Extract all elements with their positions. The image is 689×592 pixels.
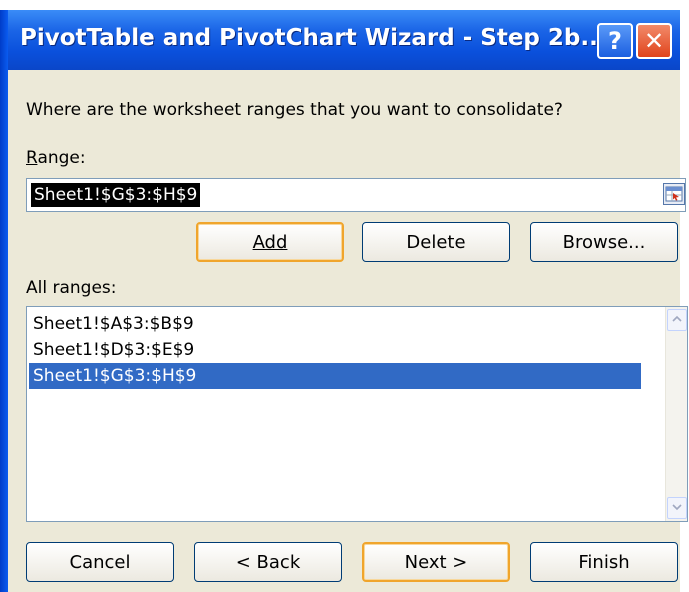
- range-label: Range:: [26, 148, 86, 168]
- list-item[interactable]: Sheet1!$A$3:$B$9: [29, 311, 641, 337]
- finish-button[interactable]: Finish: [530, 542, 678, 582]
- dialog-body: Where are the worksheet ranges that you …: [8, 70, 688, 592]
- cancel-button-text: Cancel: [69, 552, 131, 573]
- back-button-text: < Back: [235, 552, 301, 573]
- scroll-down-arrow-icon[interactable]: [667, 497, 687, 519]
- consolidate-prompt: Where are the worksheet ranges that you …: [26, 100, 563, 120]
- finish-button-text: Finish: [578, 552, 630, 573]
- scroll-up-arrow-icon[interactable]: [667, 309, 687, 331]
- all-ranges-label: All ranges:: [26, 278, 117, 298]
- title-bar[interactable]: PivotTable and PivotChart Wizard - Step …: [0, 10, 680, 70]
- cancel-button[interactable]: Cancel: [26, 542, 174, 582]
- browse-button[interactable]: Browse...: [530, 222, 678, 262]
- add-button[interactable]: Add: [196, 222, 344, 262]
- delete-button-text: Delete: [406, 232, 466, 253]
- window-title: PivotTable and PivotChart Wizard - Step …: [20, 25, 607, 51]
- next-button[interactable]: Next >: [362, 542, 510, 582]
- help-icon[interactable]: ?: [597, 23, 633, 59]
- range-input-value: Sheet1!$G$3:$H$9: [31, 183, 201, 207]
- add-button-text: Add: [252, 232, 288, 253]
- range-input[interactable]: Sheet1!$G$3:$H$9: [26, 178, 686, 212]
- collapse-dialog-icon[interactable]: [663, 183, 685, 205]
- list-item-selected[interactable]: Sheet1!$G$3:$H$9: [29, 363, 641, 389]
- next-button-text: Next >: [404, 552, 468, 573]
- dialog-window: PivotTable and PivotChart Wizard - Step …: [0, 10, 688, 592]
- all-ranges-list[interactable]: Sheet1!$A$3:$B$9 Sheet1!$D$3:$E$9 Sheet1…: [26, 306, 688, 522]
- close-icon[interactable]: ✕: [636, 23, 672, 59]
- browse-button-text: Browse...: [562, 232, 646, 253]
- list-item[interactable]: Sheet1!$D$3:$E$9: [29, 337, 641, 363]
- range-label-rest: ange:: [37, 148, 86, 168]
- delete-button[interactable]: Delete: [362, 222, 510, 262]
- window-left-border: [0, 10, 8, 592]
- back-button[interactable]: < Back: [194, 542, 342, 582]
- list-scrollbar[interactable]: [665, 307, 687, 521]
